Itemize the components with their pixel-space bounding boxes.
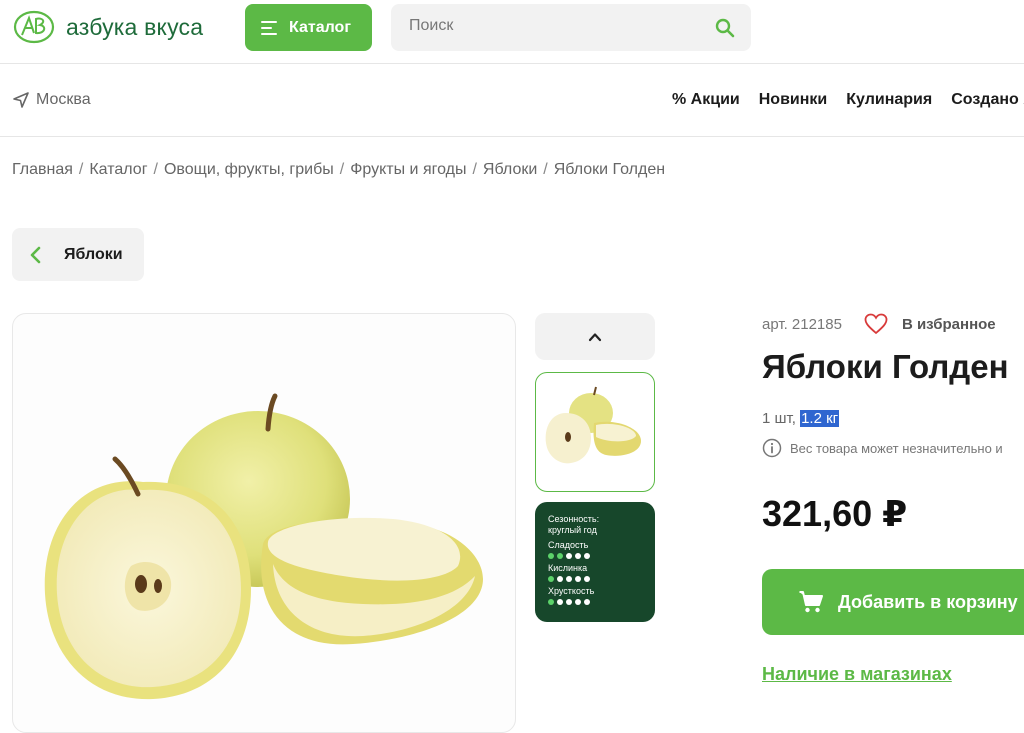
- menu-icon: [261, 20, 277, 35]
- acidity-label: Кислинка: [548, 563, 588, 573]
- sweetness-row: Сладость: [548, 540, 642, 559]
- article-row: арт. 212185 В избранное: [762, 313, 996, 335]
- product-price: 321,60 ₽: [762, 493, 908, 534]
- nav-row: Москва % Акции Новинки Кулинария Создано…: [0, 64, 1024, 137]
- sweetness-dots: [548, 553, 642, 559]
- season-label: Сезонность:: [548, 514, 600, 524]
- city-label: Москва: [36, 91, 91, 108]
- site-header: азбука вкуса Каталог: [0, 0, 1024, 64]
- thumbnail-photo[interactable]: [535, 372, 655, 492]
- heart-icon[interactable]: [864, 313, 888, 335]
- catalog-button-label: Каталог: [289, 18, 351, 36]
- breadcrumb-item[interactable]: Главная: [12, 161, 73, 178]
- breadcrumb-item[interactable]: Фрукты и ягоды: [350, 161, 466, 178]
- logo-text: азбука вкуса: [66, 13, 204, 40]
- product-main-image[interactable]: [12, 313, 516, 733]
- nav-link-new[interactable]: Новинки: [759, 91, 828, 109]
- nav-link-promo[interactable]: % Акции: [672, 91, 740, 109]
- quantity-weight: 1 шт, 1.2 кг: [762, 410, 840, 427]
- crunch-row: Хрусткость: [548, 586, 642, 605]
- crunch-dots: [548, 599, 642, 605]
- back-button[interactable]: Яблоки: [12, 228, 144, 281]
- info-icon: [762, 438, 782, 458]
- weight-note-text: Вес товара может незначительно и: [790, 440, 1003, 456]
- nav-link-created[interactable]: Создано А: [951, 91, 1024, 109]
- thumbnail-info-card[interactable]: Сезонность: круглый год Сладость Кислинк…: [535, 502, 655, 622]
- breadcrumb-separator: /: [472, 161, 477, 178]
- nav-links: % Акции Новинки Кулинария Создано А: [672, 91, 1024, 109]
- crunch-label: Хрусткость: [548, 586, 595, 596]
- chevron-left-icon: [30, 246, 41, 263]
- thumbnails-up-button[interactable]: [535, 313, 655, 360]
- search-icon[interactable]: [715, 18, 735, 38]
- apples-image: [44, 393, 483, 700]
- breadcrumb-current: Яблоки Голден: [553, 161, 666, 178]
- breadcrumb-separator: /: [153, 161, 158, 178]
- logo[interactable]: азбука вкуса: [12, 9, 203, 45]
- apples-thumbnail-image: [545, 386, 641, 464]
- breadcrumb-item[interactable]: Каталог: [89, 161, 147, 178]
- breadcrumb-item[interactable]: Овощи, фрукты, грибы: [164, 161, 334, 178]
- weight-note: Вес товара может незначительно и: [762, 438, 1003, 458]
- availability-link[interactable]: Наличие в магазинах: [762, 664, 952, 685]
- breadcrumb-separator: /: [78, 161, 84, 178]
- product-title: Яблоки Голден: [762, 348, 1009, 385]
- city-selector[interactable]: Москва: [12, 91, 91, 109]
- cart-icon: [799, 591, 823, 613]
- breadcrumb-separator: /: [339, 161, 345, 178]
- add-to-cart-button[interactable]: Добавить в корзину: [762, 569, 1024, 635]
- nav-link-cooking[interactable]: Кулинария: [846, 91, 932, 109]
- article-number: арт. 212185: [762, 315, 842, 333]
- acidity-row: Кислинка: [548, 563, 642, 582]
- add-to-cart-label: Добавить в корзину: [838, 591, 1018, 612]
- search-input[interactable]: [409, 17, 699, 35]
- favorite-button[interactable]: В избранное: [902, 316, 996, 333]
- catalog-button[interactable]: Каталог: [245, 4, 372, 51]
- logo-icon: [13, 10, 55, 44]
- breadcrumb-separator: /: [543, 161, 548, 178]
- sweetness-label: Сладость: [548, 540, 589, 550]
- breadcrumb-item[interactable]: Яблоки: [483, 161, 537, 178]
- season-value: круглый год: [548, 525, 597, 535]
- acidity-dots: [548, 576, 642, 582]
- search-box: [391, 4, 751, 51]
- weight-value: 1.2 кг: [800, 410, 840, 427]
- chevron-up-icon: [588, 332, 602, 341]
- location-arrow-icon: [13, 92, 29, 108]
- back-button-label: Яблоки: [64, 245, 123, 263]
- breadcrumb: Главная / Каталог / Овощи, фрукты, грибы / Фру…: [12, 161, 665, 179]
- quantity-label: 1 шт,: [762, 410, 796, 427]
